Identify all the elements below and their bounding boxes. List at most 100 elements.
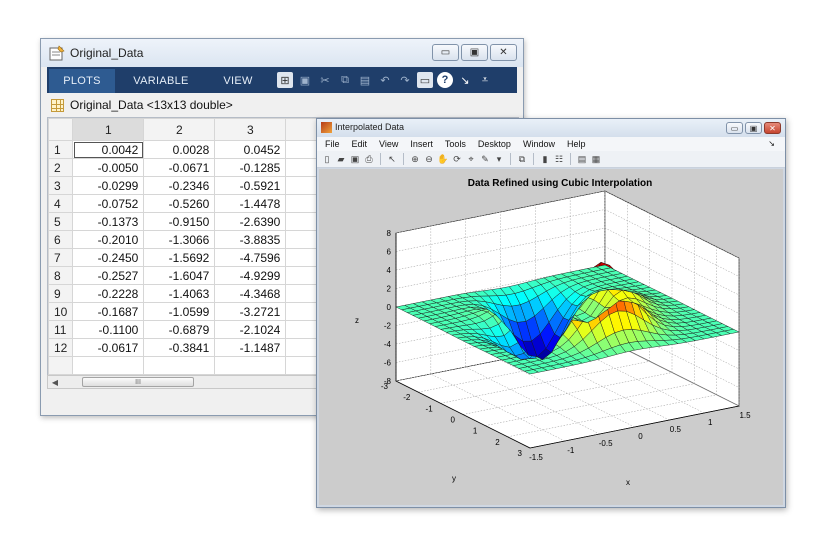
table-cell[interactable]: -4.9299 [214,266,287,285]
undo-icon[interactable]: ↶ [377,72,393,88]
save-icon[interactable]: ▣ [297,72,313,88]
table-cell[interactable]: -3.2721 [214,302,287,321]
row-header[interactable]: 11 [48,320,74,339]
table-cell[interactable] [214,356,287,375]
row-header[interactable]: 8 [48,266,74,285]
table-cell[interactable]: -0.1373 [72,212,145,231]
table-cell[interactable]: -0.2450 [72,248,145,267]
table-cell[interactable]: -0.0617 [72,338,145,357]
maximize-button[interactable]: ▣ [461,44,488,61]
row-header[interactable]: 5 [48,212,74,231]
table-cell[interactable]: -2.6390 [214,212,287,231]
menu-dropdown-icon[interactable]: ⩡ [477,72,493,88]
menu-window[interactable]: Window [523,139,555,149]
table-cell[interactable]: -0.5260 [143,194,216,213]
variable-editor-titlebar[interactable]: Original_Data ▭ ▣ ✕ [41,39,523,67]
menu-insert[interactable]: Insert [410,139,433,149]
cut-icon[interactable]: ✂ [317,72,333,88]
pan-hand-icon[interactable]: ✋ [437,153,449,165]
hide-plot-tools-icon[interactable]: ▤ [576,153,588,165]
tab-plots[interactable]: PLOTS [49,69,115,93]
row-header[interactable]: 7 [48,248,74,267]
close-button[interactable]: ✕ [490,44,517,61]
table-cell[interactable]: -1.3066 [143,230,216,249]
table-cell[interactable]: 0.0042 [72,140,145,159]
copy-icon[interactable]: ⧉ [337,72,353,88]
figure-close-button[interactable]: ✕ [764,122,781,134]
table-cell[interactable]: -0.0671 [143,158,216,177]
figure-maximize-button[interactable]: ▣ [745,122,762,134]
table-cell[interactable]: -0.5921 [214,176,287,195]
table-cell[interactable]: -1.6047 [143,266,216,285]
row-header[interactable]: 9 [48,284,74,303]
table-cell[interactable]: -0.1285 [214,158,287,177]
row-header[interactable]: 3 [48,176,74,195]
table-cell[interactable] [72,356,145,375]
scroll-left-arrow-icon[interactable]: ◀ [48,376,62,388]
figure-titlebar[interactable]: Interpolated Data ▭ ▣ ✕ [317,119,785,137]
corner-cell[interactable] [48,118,74,141]
table-cell[interactable]: -1.1487 [214,338,287,357]
table-cell[interactable]: -0.0050 [72,158,145,177]
minimize-button[interactable]: ▭ [432,44,459,61]
table-cell[interactable]: -0.6879 [143,320,216,339]
tab-variable[interactable]: VARIABLE [119,69,203,93]
table-cell[interactable]: -0.3841 [143,338,216,357]
column-header[interactable]: 3 [214,118,287,141]
variable-label[interactable]: Original_Data <13x13 double> [70,98,233,112]
table-cell[interactable]: -2.1024 [214,320,287,339]
help-icon[interactable]: ? [437,72,453,88]
print-icon[interactable]: ⎙ [363,153,375,165]
row-header[interactable] [48,356,74,375]
dock-icon[interactable]: ▭ [417,72,433,88]
new-figure-icon[interactable]: ▯ [321,153,333,165]
table-cell[interactable]: -0.1687 [72,302,145,321]
table-cell[interactable]: -0.2346 [143,176,216,195]
row-header[interactable]: 10 [48,302,74,321]
insert-colorbar-icon[interactable]: ▮ [539,153,551,165]
show-plot-tools-icon[interactable]: ▦ [590,153,602,165]
row-header[interactable]: 4 [48,194,74,213]
table-cell[interactable] [143,356,216,375]
table-cell[interactable]: -0.0299 [72,176,145,195]
table-cell[interactable]: 0.0028 [143,140,216,159]
table-cell[interactable]: -4.3468 [214,284,287,303]
table-cell[interactable]: -0.0752 [72,194,145,213]
menu-tools[interactable]: Tools [445,139,466,149]
paste-icon[interactable]: ▤ [357,72,373,88]
new-from-selection-icon[interactable]: ⊞ [277,72,293,88]
menu-edit[interactable]: Edit [352,139,368,149]
save-figure-icon[interactable]: ▣ [349,153,361,165]
table-cell[interactable]: -0.1100 [72,320,145,339]
row-header[interactable]: 6 [48,230,74,249]
surface-plot[interactable]: Data Refined using Cubic Interpolation -… [319,169,783,505]
brush-icon[interactable]: ✎ [479,153,491,165]
link-plot-icon[interactable]: ⧉ [516,153,528,165]
column-header[interactable]: 1 [72,118,145,141]
menubar-overflow-icon[interactable]: ↘ [768,139,775,148]
zoom-out-icon[interactable]: ⊖ [423,153,435,165]
table-cell[interactable]: -4.7596 [214,248,287,267]
table-cell[interactable]: -3.8835 [214,230,287,249]
open-file-icon[interactable]: ▰ [335,153,347,165]
brush-dropdown-icon[interactable]: ▾ [493,153,505,165]
menu-help[interactable]: Help [567,139,586,149]
row-header[interactable]: 2 [48,158,74,177]
data-cursor-icon[interactable]: ⌖ [465,153,477,165]
row-header[interactable]: 1 [48,140,74,159]
row-header[interactable]: 12 [48,338,74,357]
table-cell[interactable]: -1.4063 [143,284,216,303]
table-cell[interactable]: -0.2228 [72,284,145,303]
menu-view[interactable]: View [379,139,398,149]
table-cell[interactable]: 0.0452 [214,140,287,159]
column-header[interactable]: 2 [143,118,216,141]
table-cell[interactable]: -1.0599 [143,302,216,321]
table-cell[interactable]: -1.5692 [143,248,216,267]
menu-desktop[interactable]: Desktop [478,139,511,149]
horizontal-scrollbar[interactable]: ◀ III [47,375,323,389]
collapse-arrow-icon[interactable]: ↘ [457,72,473,88]
table-cell[interactable]: -1.4478 [214,194,287,213]
menu-file[interactable]: File [325,139,340,149]
scroll-thumb[interactable]: III [82,377,194,387]
table-cell[interactable]: -0.2527 [72,266,145,285]
